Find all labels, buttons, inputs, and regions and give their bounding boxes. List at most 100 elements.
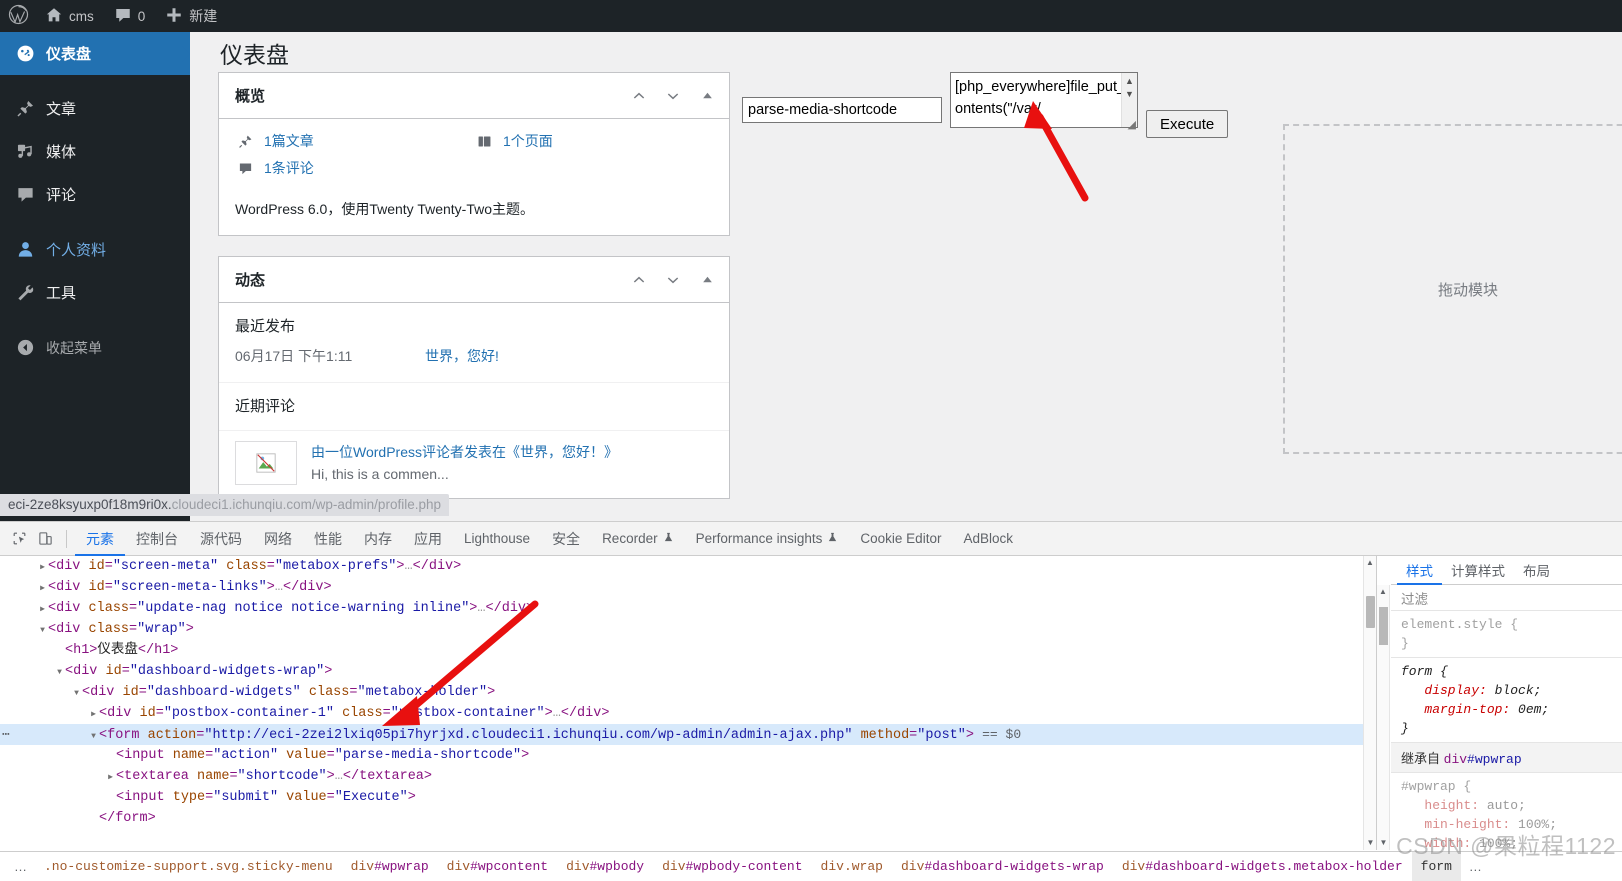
dom-node[interactable]: <textarea name="shortcode">…</textarea> [0,766,1376,787]
dom-node[interactable]: </form> [0,808,1376,829]
scroll-down-arrow-icon[interactable]: ▼ [1125,90,1134,99]
overview-stat-pages-link[interactable]: 1个页面 [503,131,553,151]
device-toolbar-icon[interactable] [32,526,58,552]
tab-computed[interactable]: 计算样式 [1442,556,1514,585]
dom-node[interactable]: <div id="screen-meta" class="metabox-pre… [0,556,1376,577]
styles-scrollbar[interactable]: ▲ ▼ [1377,585,1390,850]
resize-grip-icon[interactable]: ◢ [1128,118,1136,131]
overview-stat-pages[interactable]: 1个页面 [474,131,713,151]
scroll-down-arrow-icon[interactable]: ▼ [1364,836,1376,850]
sidebar-item-tools[interactable]: 工具 [0,271,190,314]
tab-memory[interactable]: 内存 [353,522,403,556]
dom-token-tg: > [266,580,275,595]
sidebar-item-comments[interactable]: 评论 [0,173,190,216]
overview-stat-comments-link[interactable]: 1条评论 [264,158,314,178]
css-rule[interactable]: element.style {} [1391,611,1622,658]
scroll-up-arrow-icon[interactable]: ▲ [1377,585,1389,599]
dom-node[interactable]: <div id="dashboard-widgets" class="metab… [0,682,1376,703]
tab-performance-insights[interactable]: Performance insights [685,522,850,556]
recent-published-link[interactable]: 世界，您好! [425,346,499,366]
dom-tree-scrollbar[interactable]: ▲ ▼ [1363,556,1376,850]
twisty-expanded-icon[interactable] [37,619,48,641]
scroll-up-arrow-icon[interactable]: ▲ [1125,77,1134,86]
css-declaration[interactable]: height: auto; [1401,796,1622,815]
sidebar-item-media[interactable]: 媒体 [0,130,190,173]
tab-console[interactable]: 控制台 [125,522,189,556]
breadcrumb-overflow-dots[interactable]: … [6,859,35,874]
toggle-triangle-icon[interactable] [697,86,717,106]
dom-node-menu-dots[interactable]: ⋯ [2,724,10,745]
toggle-triangle-icon[interactable] [697,270,717,290]
inspect-element-icon[interactable] [6,526,32,552]
dom-tree-pane[interactable]: <div id="screen-meta" class="metabox-pre… [0,556,1376,850]
site-name-menu[interactable]: cms [35,0,104,32]
sidebar-item-collapse-menu[interactable]: 收起菜单 [0,326,190,369]
twisty-collapsed-icon[interactable] [105,766,116,788]
new-content-menu[interactable]: 新建 [155,0,227,32]
breadcrumb-item[interactable]: div #wpbody-content [653,852,811,881]
tab-lighthouse[interactable]: Lighthouse [453,522,541,556]
tab-elements[interactable]: 元素 [75,522,125,556]
dom-token-av: "update-nag notice notice-warning inline… [137,601,470,616]
overview-stat-comments[interactable]: 1条评论 [235,158,474,178]
tab-application[interactable]: 应用 [403,522,453,556]
overview-stat-posts-link[interactable]: 1篇文章 [264,131,314,151]
sidebar-item-posts[interactable]: 文章 [0,87,190,130]
dom-node[interactable]: <div id="screen-meta-links">…</div> [0,577,1376,598]
dom-node-selected[interactable]: ⋯<form action="http://eci-2zei2lxiq05pi7… [0,724,1376,745]
twisty-expanded-icon[interactable] [71,682,82,704]
twisty-collapsed-icon[interactable] [88,703,99,725]
styles-filter-input[interactable]: 过滤 [1391,585,1622,611]
action-input[interactable] [742,97,942,123]
dom-node[interactable]: <div class="wrap"> [0,619,1376,640]
scroll-up-arrow-icon[interactable]: ▲ [1364,556,1376,570]
tab-styles[interactable]: 样式 [1397,556,1442,585]
twisty-expanded-icon[interactable] [88,725,99,747]
wordpress-logo-button[interactable] [0,0,35,32]
breadcrumb-item[interactable]: div #dashboard-widgets-wrap [892,852,1113,881]
comments-menu[interactable]: 0 [104,0,156,32]
execute-button[interactable]: Execute [1146,110,1229,138]
tab-cookie-editor[interactable]: Cookie Editor [849,522,952,556]
scroll-down-arrow-icon[interactable]: ▼ [1377,836,1390,850]
tab-network[interactable]: 网络 [253,522,303,556]
breadcrumb-trailing-dots[interactable]: … [1461,859,1490,874]
chevron-down-icon[interactable] [663,270,683,290]
tab-layout[interactable]: 布局 [1514,556,1559,585]
shortcode-textarea[interactable]: [php_everywhere]file_put_contents("/var/ [950,72,1138,128]
tab-security[interactable]: 安全 [541,522,591,556]
css-rule[interactable]: form { display: block; margin-top: 0em;} [1391,658,1622,743]
breadcrumb-item[interactable]: div.wrap [812,852,892,881]
widget-dropzone[interactable]: 拖动模块 [1283,124,1622,454]
chevron-up-icon[interactable] [629,270,649,290]
sidebar-item-profile[interactable]: 个人资料 [0,228,190,271]
tab-performance[interactable]: 性能 [303,522,353,556]
breadcrumb-item[interactable]: div #wpbody [557,852,653,881]
tab-recorder[interactable]: Recorder [591,522,685,556]
dom-node[interactable]: <h1>仪表盘</h1> [0,640,1376,661]
scrollbar-thumb[interactable] [1379,607,1388,645]
tab-adblock[interactable]: AdBlock [952,522,1024,556]
css-declaration[interactable]: display: block; [1401,681,1622,700]
breadcrumb-item[interactable]: div #wpwrap [342,852,438,881]
twisty-expanded-icon[interactable] [54,661,65,683]
breadcrumb-item[interactable]: div #dashboard-widgets.metabox-holder [1113,852,1412,881]
dom-node[interactable]: <div id="postbox-container-1" class="pos… [0,703,1376,724]
overview-stat-posts[interactable]: 1篇文章 [235,131,474,151]
breadcrumb-item[interactable]: div #wpcontent [438,852,557,881]
dom-node[interactable]: <div id="dashboard-widgets-wrap"> [0,661,1376,682]
breadcrumb-item[interactable]: .no-customize-support.svg.sticky-menu [35,852,342,881]
twisty-collapsed-icon[interactable] [37,577,48,599]
tab-sources[interactable]: 源代码 [189,522,253,556]
dom-node[interactable]: <input name="action" value="parse-media-… [0,745,1376,766]
chevron-down-icon[interactable] [663,86,683,106]
recent-comment-meta-link[interactable]: 由一位WordPress评论者发表在《世界，您好！》 [311,444,618,460]
twisty-collapsed-icon[interactable] [37,556,48,578]
dom-node[interactable]: <div class="update-nag notice notice-war… [0,598,1376,619]
dom-node[interactable]: <input type="submit" value="Execute"> [0,787,1376,808]
twisty-collapsed-icon[interactable] [37,598,48,620]
css-declaration[interactable]: margin-top: 0em; [1401,700,1622,719]
sidebar-item-dashboard[interactable]: 仪表盘 [0,32,190,75]
chevron-up-icon[interactable] [629,86,649,106]
scrollbar-thumb[interactable] [1366,596,1375,628]
